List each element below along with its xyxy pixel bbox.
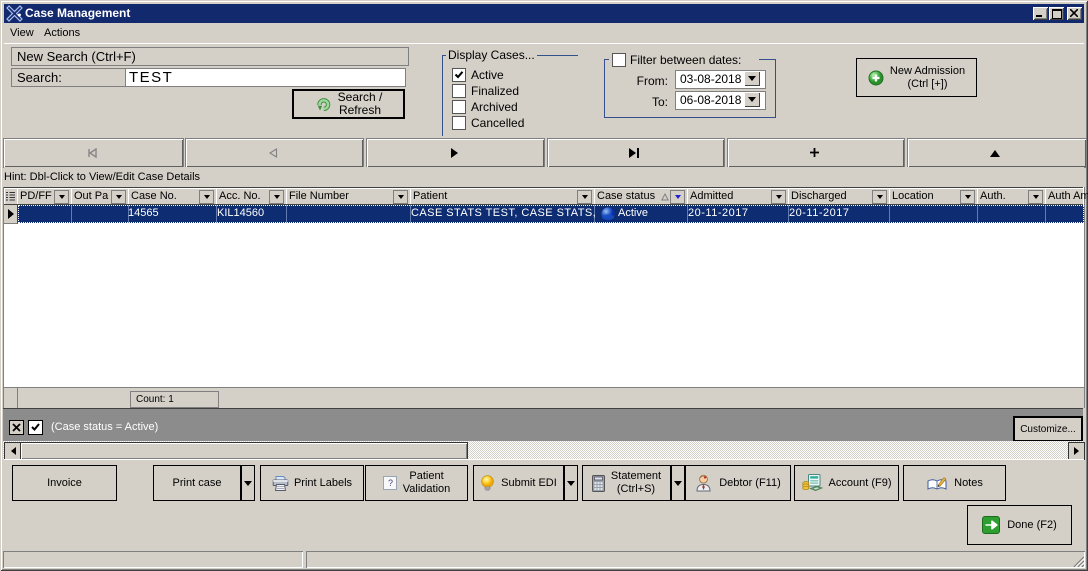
- svg-text:?: ?: [388, 478, 393, 488]
